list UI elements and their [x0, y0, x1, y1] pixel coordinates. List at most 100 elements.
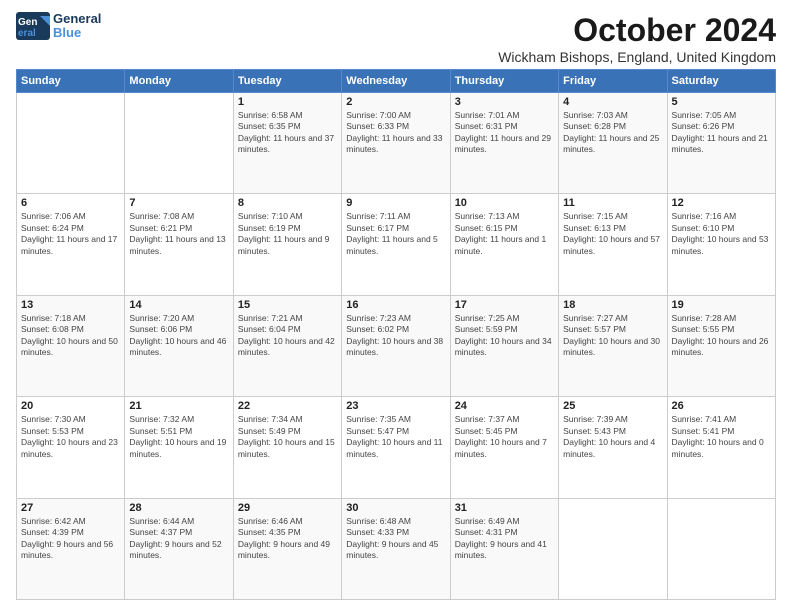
cell-content: Sunrise: 7:27 AM Sunset: 5:57 PM Dayligh…: [563, 313, 662, 359]
cell-content: Sunrise: 7:28 AM Sunset: 5:55 PM Dayligh…: [672, 313, 771, 359]
location-title: Wickham Bishops, England, United Kingdom: [498, 49, 776, 65]
cell-2-5: 10 Sunrise: 7:13 AM Sunset: 6:15 PM Dayli…: [450, 194, 558, 295]
cell-content: Sunrise: 7:03 AM Sunset: 6:28 PM Dayligh…: [563, 110, 662, 156]
logo-text-blue: Blue: [53, 26, 101, 40]
cell-2-4: 9Sunrise: 7:11 AM Sunset: 6:17 PM Daylig…: [342, 194, 450, 295]
cell-content: Sunrise: 7:01 AM Sunset: 6:31 PM Dayligh…: [455, 110, 554, 156]
cell-5-2: 28Sunrise: 6:44 AM Sunset: 4:37 PM Dayli…: [125, 498, 233, 599]
cell-2-3: 8Sunrise: 7:10 AM Sunset: 6:19 PM Daylig…: [233, 194, 341, 295]
cell-4-3: 22 Sunrise: 7:34 AM Sunset: 5:49 PM Dayli…: [233, 397, 341, 498]
day-number: 11: [563, 197, 662, 209]
cell-content: Sunrise: 7:23 AM Sunset: 6:02 PM Dayligh…: [346, 313, 445, 359]
day-number: 7: [129, 197, 228, 209]
cell-3-2: 14Sunrise: 7:20 AM Sunset: 6:06 PM Dayli…: [125, 295, 233, 396]
day-number: 3: [455, 96, 554, 108]
cell-5-4: 30 Sunrise: 6:48 AM Sunset: 4:33 PM Dayli…: [342, 498, 450, 599]
calendar-table: Sunday Monday Tuesday Wednesday Thursday…: [16, 69, 776, 600]
day-number: 18: [563, 299, 662, 311]
day-number: 22: [238, 400, 337, 412]
day-number: 30: [346, 502, 445, 514]
cell-1-7: 5 Sunrise: 7:05 AM Sunset: 6:26 PM Daylig…: [667, 93, 775, 194]
cell-2-7: 12Sunrise: 7:16 AM Sunset: 6:10 PM Dayli…: [667, 194, 775, 295]
week-row-1: 1 Sunrise: 6:58 AM Sunset: 6:35 PM Daylig…: [17, 93, 776, 194]
cell-content: Sunrise: 7:39 AM Sunset: 5:43 PM Dayligh…: [563, 414, 662, 460]
cell-5-3: 29Sunrise: 6:46 AM Sunset: 4:35 PM Dayli…: [233, 498, 341, 599]
cell-1-3: 1 Sunrise: 6:58 AM Sunset: 6:35 PM Daylig…: [233, 93, 341, 194]
week-row-3: 13 Sunrise: 7:18 AM Sunset: 6:08 PM Dayli…: [17, 295, 776, 396]
cell-content: Sunrise: 7:06 AM Sunset: 6:24 PM Dayligh…: [21, 211, 120, 257]
cell-1-1: [17, 93, 125, 194]
day-number: 13: [21, 299, 120, 311]
day-number: 17: [455, 299, 554, 311]
day-number: 27: [21, 502, 120, 514]
cell-4-2: 21 Sunrise: 7:32 AM Sunset: 5:51 PM Dayli…: [125, 397, 233, 498]
month-title: October 2024: [498, 12, 776, 49]
cell-content: Sunrise: 6:42 AM Sunset: 4:39 PM Dayligh…: [21, 516, 120, 562]
day-number: 21: [129, 400, 228, 412]
day-number: 16: [346, 299, 445, 311]
day-number: 15: [238, 299, 337, 311]
cell-content: Sunrise: 7:41 AM Sunset: 5:41 PM Dayligh…: [672, 414, 771, 460]
cell-3-4: 16 Sunrise: 7:23 AM Sunset: 6:02 PM Dayli…: [342, 295, 450, 396]
day-number: 20: [21, 400, 120, 412]
cell-content: Sunrise: 7:13 AM Sunset: 6:15 PM Dayligh…: [455, 211, 554, 257]
cell-5-5: 31 Sunrise: 6:49 AM Sunset: 4:31 PM Dayli…: [450, 498, 558, 599]
day-number: 6: [21, 197, 120, 209]
cell-4-6: 25 Sunrise: 7:39 AM Sunset: 5:43 PM Dayli…: [559, 397, 667, 498]
day-number: 26: [672, 400, 771, 412]
cell-content: Sunrise: 7:08 AM Sunset: 6:21 PM Dayligh…: [129, 211, 228, 257]
cell-content: Sunrise: 7:30 AM Sunset: 5:53 PM Dayligh…: [21, 414, 120, 460]
col-thursday: Thursday: [450, 70, 558, 93]
cell-content: Sunrise: 7:15 AM Sunset: 6:13 PM Dayligh…: [563, 211, 662, 257]
cell-content: Sunrise: 6:49 AM Sunset: 4:31 PM Dayligh…: [455, 516, 554, 562]
cell-3-3: 15 Sunrise: 7:21 AM Sunset: 6:04 PM Dayli…: [233, 295, 341, 396]
cell-content: Sunrise: 7:34 AM Sunset: 5:49 PM Dayligh…: [238, 414, 337, 460]
logo-text-general: General: [53, 12, 101, 26]
cell-2-6: 11 Sunrise: 7:15 AM Sunset: 6:13 PM Dayli…: [559, 194, 667, 295]
logo-icon: Gen eral: [16, 12, 50, 40]
cell-content: Sunrise: 7:32 AM Sunset: 5:51 PM Dayligh…: [129, 414, 228, 460]
header-row: Sunday Monday Tuesday Wednesday Thursday…: [17, 70, 776, 93]
cell-content: Sunrise: 6:48 AM Sunset: 4:33 PM Dayligh…: [346, 516, 445, 562]
cell-content: Sunrise: 7:10 AM Sunset: 6:19 PM Dayligh…: [238, 211, 337, 257]
cell-1-4: 2Sunrise: 7:00 AM Sunset: 6:33 PM Daylig…: [342, 93, 450, 194]
cell-5-1: 27 Sunrise: 6:42 AM Sunset: 4:39 PM Dayli…: [17, 498, 125, 599]
cell-1-6: 4 Sunrise: 7:03 AM Sunset: 6:28 PM Daylig…: [559, 93, 667, 194]
cell-content: Sunrise: 7:20 AM Sunset: 6:06 PM Dayligh…: [129, 313, 228, 359]
col-monday: Monday: [125, 70, 233, 93]
cell-1-5: 3 Sunrise: 7:01 AM Sunset: 6:31 PM Daylig…: [450, 93, 558, 194]
day-number: 4: [563, 96, 662, 108]
cell-content: Sunrise: 7:21 AM Sunset: 6:04 PM Dayligh…: [238, 313, 337, 359]
col-friday: Friday: [559, 70, 667, 93]
day-number: 1: [238, 96, 337, 108]
col-wednesday: Wednesday: [342, 70, 450, 93]
cell-4-4: 23Sunrise: 7:35 AM Sunset: 5:47 PM Dayli…: [342, 397, 450, 498]
logo: Gen eral General Blue: [16, 12, 101, 41]
day-number: 25: [563, 400, 662, 412]
header: Gen eral General Blue October 2024 Wickh…: [16, 12, 776, 65]
cell-4-7: 26 Sunrise: 7:41 AM Sunset: 5:41 PM Dayli…: [667, 397, 775, 498]
cell-2-1: 6 Sunrise: 7:06 AM Sunset: 6:24 PM Daylig…: [17, 194, 125, 295]
week-row-4: 20 Sunrise: 7:30 AM Sunset: 5:53 PM Dayli…: [17, 397, 776, 498]
svg-text:eral: eral: [18, 28, 36, 39]
cell-content: Sunrise: 7:35 AM Sunset: 5:47 PM Dayligh…: [346, 414, 445, 460]
day-number: 5: [672, 96, 771, 108]
cell-content: Sunrise: 7:37 AM Sunset: 5:45 PM Dayligh…: [455, 414, 554, 460]
cell-content: Sunrise: 6:58 AM Sunset: 6:35 PM Dayligh…: [238, 110, 337, 156]
day-number: 10: [455, 197, 554, 209]
cell-3-6: 18 Sunrise: 7:27 AM Sunset: 5:57 PM Dayli…: [559, 295, 667, 396]
cell-content: Sunrise: 7:18 AM Sunset: 6:08 PM Dayligh…: [21, 313, 120, 359]
cell-content: Sunrise: 7:25 AM Sunset: 5:59 PM Dayligh…: [455, 313, 554, 359]
title-block: October 2024 Wickham Bishops, England, U…: [498, 12, 776, 65]
cell-1-2: [125, 93, 233, 194]
cell-4-1: 20 Sunrise: 7:30 AM Sunset: 5:53 PM Dayli…: [17, 397, 125, 498]
cell-content: Sunrise: 7:16 AM Sunset: 6:10 PM Dayligh…: [672, 211, 771, 257]
cell-content: Sunrise: 7:05 AM Sunset: 6:26 PM Dayligh…: [672, 110, 771, 156]
col-saturday: Saturday: [667, 70, 775, 93]
day-number: 31: [455, 502, 554, 514]
cell-5-7: [667, 498, 775, 599]
col-sunday: Sunday: [17, 70, 125, 93]
svg-text:Gen: Gen: [18, 17, 37, 28]
cell-3-5: 17 Sunrise: 7:25 AM Sunset: 5:59 PM Dayli…: [450, 295, 558, 396]
cell-content: Sunrise: 6:44 AM Sunset: 4:37 PM Dayligh…: [129, 516, 228, 562]
